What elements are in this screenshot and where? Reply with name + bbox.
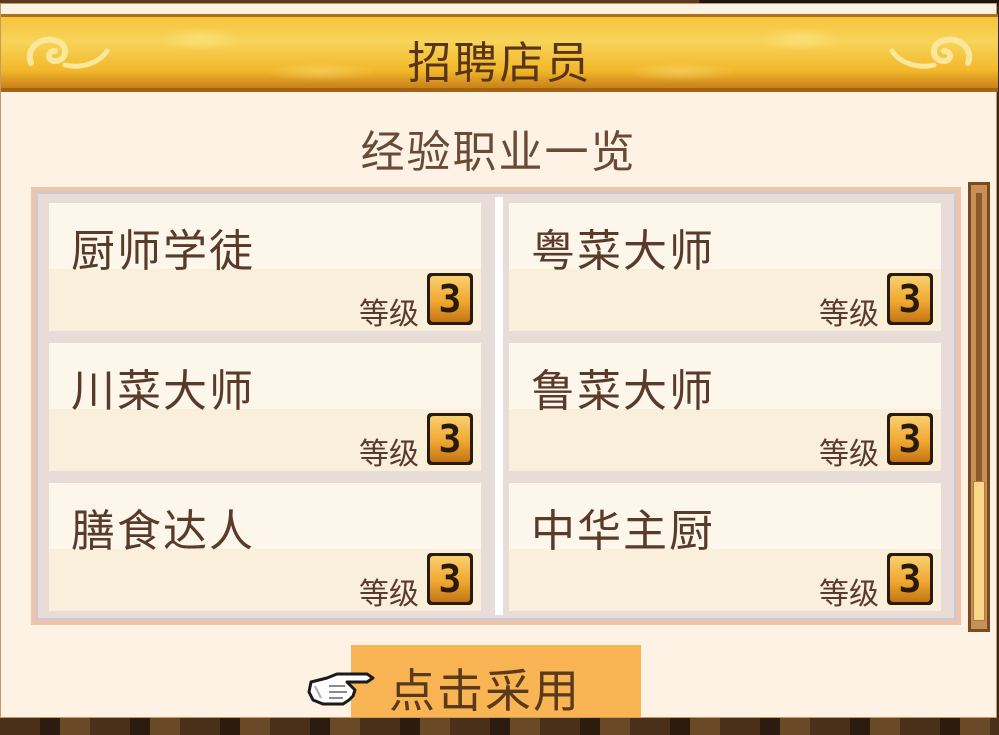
job-card-cantonese-master[interactable]: 粤菜大师 等级 3 [509,203,941,332]
job-card-food-expert[interactable]: 膳食达人 等级 3 [49,483,481,612]
job-name: 厨师学徒 [71,226,255,277]
level-badge: 3 [887,273,933,325]
level-label: 等级 [359,297,419,332]
level-badge: 3 [427,413,473,465]
level-label: 等级 [359,577,419,612]
dialog-title: 招聘店员 [407,38,592,89]
hire-staff-dialog: 招聘店员 经验职业一览 厨师学徒 等级 3 粤菜大师 等级 3 川菜大师 等级 … [0,3,998,718]
list-scrollbar[interactable] [968,182,990,632]
job-card-shandong-master[interactable]: 鲁菜大师 等级 3 [509,343,941,472]
level-label: 等级 [819,297,879,332]
job-list-panel: 厨师学徒 等级 3 粤菜大师 等级 3 川菜大师 等级 3 鲁菜大师 等级 3 … [31,187,961,625]
level-badge: 3 [427,273,473,325]
level-value: 3 [890,416,930,462]
adopt-button[interactable]: 点击采用 [351,645,641,718]
title-banner: 招聘店员 [1,14,998,92]
job-card-apprentice-chef[interactable]: 厨师学徒 等级 3 [49,203,481,332]
job-name: 粤菜大师 [531,226,715,277]
section-subtitle: 经验职业一览 [360,127,637,178]
level-value: 3 [430,276,470,322]
level-value: 3 [890,276,930,322]
level-badge: 3 [427,553,473,605]
level-badge: 3 [887,413,933,465]
job-name: 鲁菜大师 [531,366,715,417]
job-card-chinese-head-chef[interactable]: 中华主厨 等级 3 [509,483,941,612]
adopt-button-label: 点击采用 [389,664,581,718]
job-name: 膳食达人 [71,506,255,557]
level-value: 3 [430,416,470,462]
level-value: 3 [890,556,930,602]
job-name: 川菜大师 [71,366,255,417]
level-label: 等级 [819,437,879,472]
job-card-sichuan-master[interactable]: 川菜大师 等级 3 [49,343,481,472]
level-badge: 3 [887,553,933,605]
scrollbar-thumb[interactable] [973,481,985,621]
level-value: 3 [430,556,470,602]
level-label: 等级 [359,437,419,472]
column-divider [495,197,503,615]
level-label: 等级 [819,577,879,612]
game-background-bottom [0,718,999,735]
pointing-hand-icon [307,672,375,706]
job-name: 中华主厨 [531,506,715,557]
